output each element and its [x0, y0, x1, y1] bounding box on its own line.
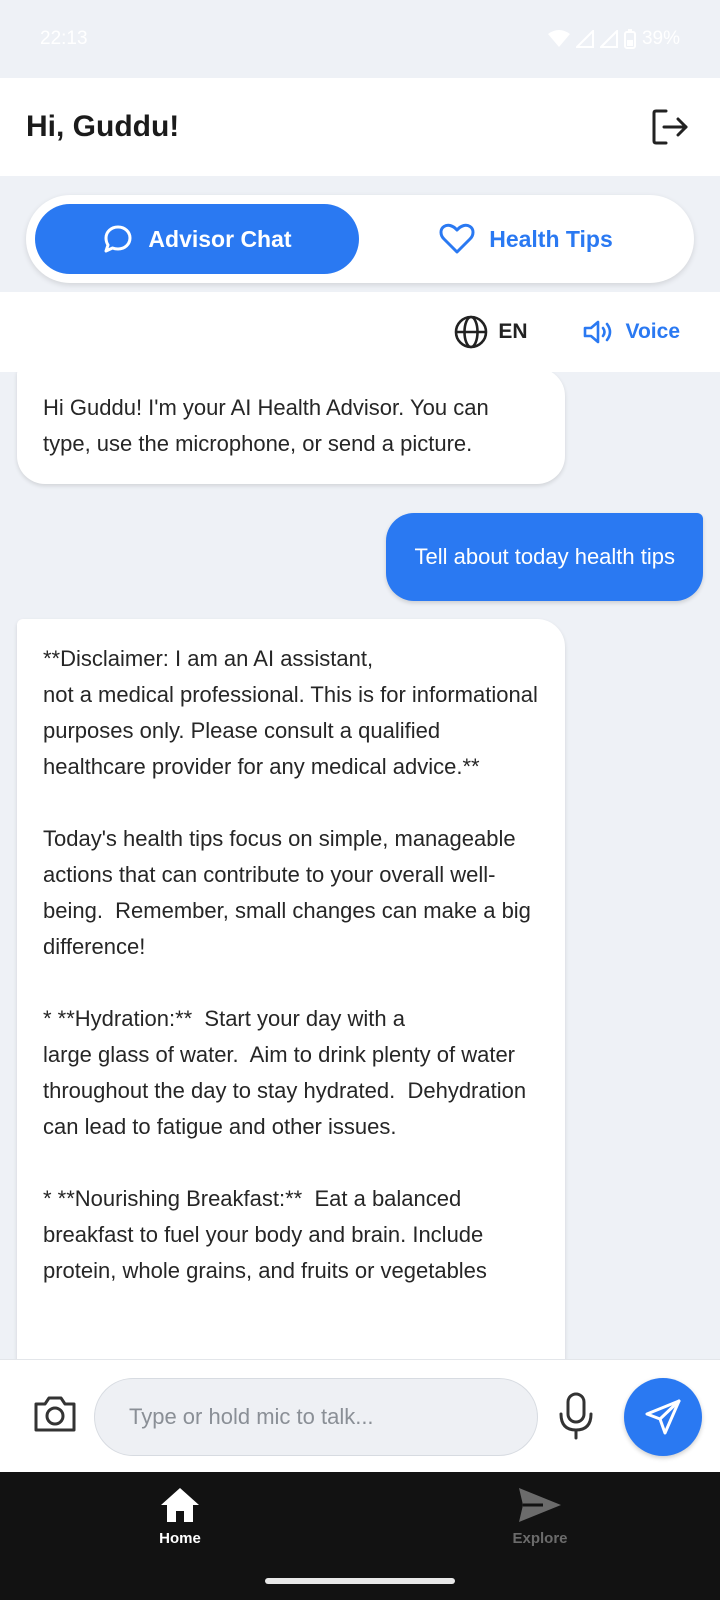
- language-bar: EN Voice: [0, 292, 720, 372]
- nav-home[interactable]: Home: [110, 1486, 250, 1547]
- logout-icon: [652, 109, 688, 145]
- wifi-icon: [547, 30, 570, 47]
- status-bar: 22:13 39%: [0, 0, 720, 78]
- send-icon-nav: [519, 1488, 561, 1522]
- mic-button[interactable]: [556, 1390, 596, 1442]
- bot-message: Hi Guddu! I'm your AI Health Advisor. Yo…: [17, 372, 565, 484]
- tabs-section: Advisor Chat Health Tips: [0, 176, 720, 292]
- status-time: 22:13: [40, 28, 88, 49]
- tab-advisor-chat[interactable]: Advisor Chat: [35, 204, 359, 274]
- voice-label: Voice: [625, 320, 680, 343]
- tab-switcher: Advisor Chat Health Tips: [26, 195, 694, 283]
- heart-icon: [439, 223, 475, 254]
- nav-explore[interactable]: Explore: [470, 1486, 610, 1547]
- tab-advisor-chat-label: Advisor Chat: [148, 225, 292, 252]
- home-icon: [161, 1488, 199, 1522]
- speaker-icon: [583, 320, 611, 344]
- app-header: Hi, Guddu!: [0, 78, 720, 176]
- send-button[interactable]: [624, 1378, 702, 1456]
- tab-health-tips[interactable]: Health Tips: [366, 204, 686, 274]
- send-icon: [645, 1399, 681, 1435]
- language-selector[interactable]: EN: [454, 315, 528, 349]
- logout-button[interactable]: [646, 103, 694, 151]
- signal-icon: [575, 30, 594, 48]
- camera-button[interactable]: [32, 1394, 78, 1440]
- message-input[interactable]: [94, 1378, 538, 1456]
- signal-icon-2: [599, 30, 618, 48]
- language-label: EN: [498, 320, 528, 343]
- chat-bubble-icon: [104, 225, 132, 253]
- battery-icon: [623, 29, 636, 49]
- composer: [0, 1359, 720, 1472]
- status-icons: 39%: [547, 28, 680, 50]
- globe-icon: [455, 315, 488, 349]
- camera-icon: [34, 1396, 76, 1432]
- tab-health-tips-label: Health Tips: [489, 225, 613, 252]
- gesture-bar[interactable]: [265, 1578, 455, 1584]
- greeting-title: Hi, Guddu!: [26, 110, 180, 143]
- bot-message-long: **Disclaimer: I am an AI assistant, not …: [17, 619, 565, 1359]
- battery-level: 39%: [641, 28, 680, 49]
- nav-explore-label: Explore: [512, 1530, 568, 1547]
- microphone-icon: [559, 1392, 593, 1440]
- nav-home-label: Home: [159, 1530, 201, 1547]
- user-message: Tell about today health tips: [386, 513, 703, 601]
- chat-messages: Hi Guddu! I'm your AI Health Advisor. Yo…: [0, 372, 720, 1359]
- voice-toggle[interactable]: Voice: [582, 318, 680, 346]
